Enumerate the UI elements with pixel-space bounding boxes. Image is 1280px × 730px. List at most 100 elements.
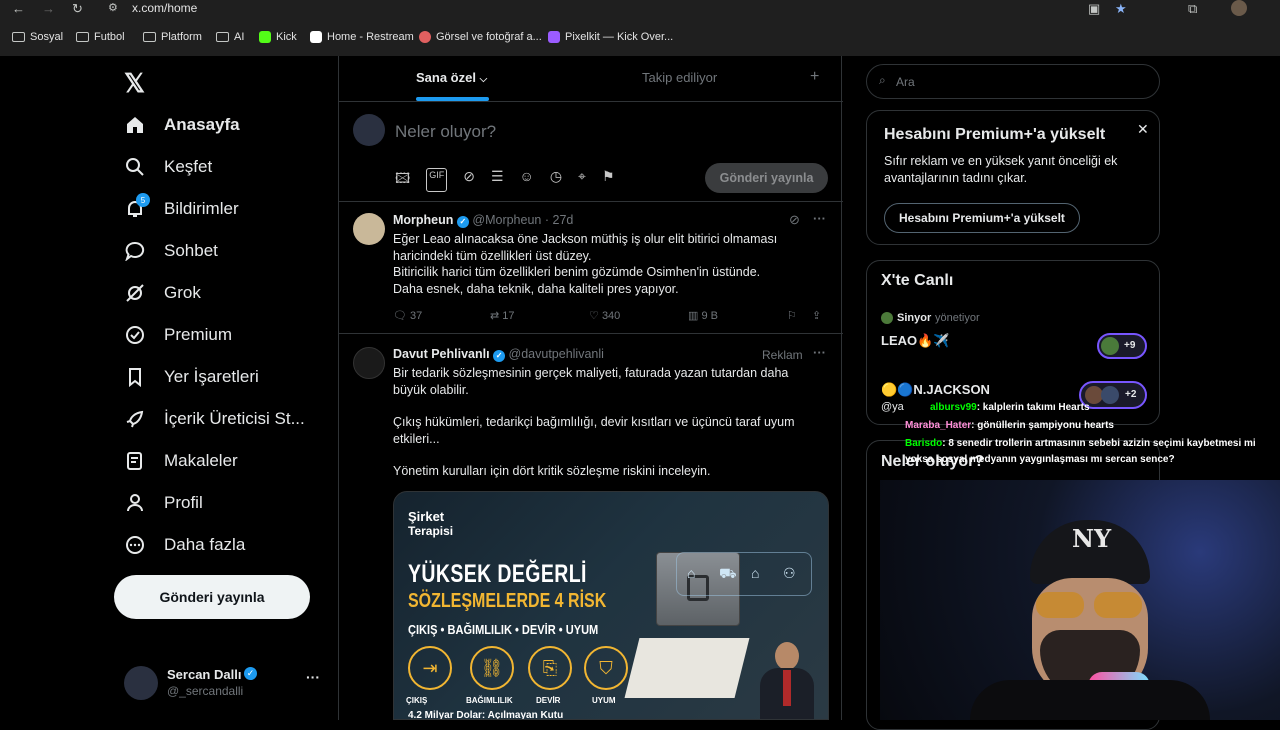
cap-logo: NY (1072, 524, 1112, 553)
bookmark-star-icon[interactable]: ★ (1115, 1, 1127, 17)
premium-upgrade-button[interactable]: Hesabını Premium+'a yükselt (884, 203, 1080, 233)
ad-brand: Şirket Terapisi (408, 509, 453, 539)
site-info-icon[interactable]: ⚙ (108, 1, 118, 14)
avatar[interactable] (353, 347, 385, 379)
flag-icon[interactable]: ⚑ (602, 168, 615, 192)
account-name: Sercan Dallı (167, 667, 242, 682)
more-dots-icon[interactable]: ··· (813, 345, 826, 360)
bookmark-pixelkit[interactable]: Pixelkit — Kick Over... (548, 31, 673, 43)
tab-for-you[interactable]: Sana özel ⌵ (416, 70, 487, 85)
close-icon[interactable]: ✕ (1137, 121, 1149, 138)
live-item-title[interactable]: 🟡🔵N.JACKSON (881, 382, 990, 398)
avatar[interactable] (353, 213, 385, 245)
nav-label: Keşfet (164, 157, 213, 176)
nav-chat[interactable]: Sohbet (124, 240, 218, 262)
extensions-icon[interactable]: ⧉ (1188, 1, 1197, 17)
gif-icon[interactable]: GIF (426, 168, 448, 192)
back-icon[interactable]: ← (12, 1, 25, 16)
cast-icon[interactable]: ▣ (1088, 1, 1100, 17)
emoji-icon[interactable]: ☺ (520, 168, 534, 192)
view-count: 9 B (701, 310, 718, 322)
avatar (881, 312, 893, 324)
url-field[interactable]: x.com/home (132, 1, 197, 15)
avatar (353, 114, 385, 146)
forward-icon[interactable]: → (42, 1, 55, 16)
profile-avatar-icon[interactable] (1231, 0, 1247, 16)
grok-icon[interactable]: ⊘ (463, 168, 475, 192)
ad-headline-2: SÖZLEŞMELERDE 4 RİSK (408, 590, 607, 612)
pixelkit-icon (548, 31, 560, 43)
location-icon[interactable]: ⌖ (578, 168, 586, 192)
nav-label: Sohbet (164, 241, 218, 260)
icon-caption: ÇIKIŞ (406, 696, 428, 705)
compose-input[interactable]: Neler oluyor? (395, 122, 496, 142)
nav-home[interactable]: Anasayfa (124, 114, 240, 136)
repost-button[interactable]: ⇄ 17 (490, 309, 515, 322)
more-dots-icon[interactable]: ··· (813, 211, 826, 226)
bookmark-futbol[interactable]: Futbol (76, 31, 125, 43)
repost-icon: ⇄ (490, 310, 500, 322)
views-button[interactable]: ▥ 9 B (688, 309, 718, 322)
live-host[interactable]: Sinyor (897, 312, 931, 324)
reload-icon[interactable]: ↻ (72, 1, 83, 17)
tab-following[interactable]: Takip ediliyor (642, 70, 717, 85)
author-handle[interactable]: @Morpheun (472, 213, 541, 227)
author-name[interactable]: Morpheun (393, 213, 453, 227)
x-logo-icon[interactable]: 𝕏 (124, 68, 145, 99)
compose-post-button[interactable]: Gönderi yayınla (705, 163, 828, 193)
live-item-title[interactable]: LEAO🔥✈️ (881, 333, 950, 349)
chat-text: : kalplerin takımı Hearts (976, 402, 1090, 413)
share-icon[interactable]: ⇪ (812, 309, 821, 322)
bookmark-kick[interactable]: Kick (259, 31, 297, 43)
nav-grok[interactable]: Grok (124, 282, 201, 304)
nav-profile[interactable]: Profil (124, 492, 203, 514)
stream-chat-overlay: albursv99: kalplerin takımı Hearts Marab… (880, 399, 1280, 469)
like-button[interactable]: ♡ 340 (589, 309, 620, 322)
nav-premium[interactable]: Premium (124, 324, 232, 346)
timeline: Sana özel ⌵ Takip ediliyor + Neler oluyo… (338, 56, 843, 720)
bookmark-icon[interactable]: ⚐ (787, 309, 797, 322)
chat-user: albursv99 (930, 402, 977, 413)
nav-notifications[interactable]: 5 Bildirimler (124, 193, 239, 220)
tweet-header: Davut Pehlivanlı ✓ @davutpehlivanli (393, 347, 604, 362)
reply-button[interactable]: 🗨 37 (393, 309, 422, 322)
notification-badge: 5 (136, 193, 150, 207)
post-button[interactable]: Gönderi yayınla (114, 575, 310, 619)
poll-icon[interactable]: ☰ (491, 168, 504, 192)
tweet-time[interactable]: · 27d (545, 213, 574, 227)
search-input[interactable]: ⌕ Ara (866, 64, 1160, 99)
ad-image[interactable]: Şirket Terapisi YÜKSEK DEĞERLİ SÖZLEŞMEL… (393, 491, 829, 720)
account-switcher[interactable]: Sercan Dallı ✓ @_sercandalli ··· (124, 665, 334, 705)
avatar (1101, 337, 1119, 355)
ad-headline: YÜKSEK DEĞERLİ (408, 560, 587, 588)
bookmark-sosyal[interactable]: Sosyal (12, 31, 63, 43)
image-icon[interactable]: 🖾 (395, 168, 410, 192)
nav-creator-studio[interactable]: İçerik Üreticisi St... (124, 408, 305, 430)
nav-articles[interactable]: Makaleler (124, 450, 238, 472)
add-tab-icon[interactable]: + (810, 68, 819, 86)
nav-label: İçerik Üreticisi St... (164, 409, 305, 428)
more-dots-icon[interactable]: ··· (306, 669, 320, 685)
bookmark-restream[interactable]: Home - Restream (310, 31, 414, 43)
schedule-icon[interactable]: ◷ (550, 168, 562, 192)
nav-bookmarks[interactable]: Yer İşaretleri (124, 366, 259, 388)
transfer-docs-icon: ⎘ (528, 646, 572, 690)
bookmark-label: Kick (276, 31, 297, 43)
nav-explore[interactable]: Keşfet (124, 156, 212, 178)
bookmark-platform[interactable]: Platform (143, 31, 202, 43)
ad-brand-line: Şirket (408, 509, 445, 524)
grok-icon[interactable]: ⊘ (789, 212, 800, 228)
bookmark-gorsel[interactable]: Görsel ve fotoğraf a... (419, 31, 542, 43)
bookmark-ai[interactable]: AI (216, 31, 244, 43)
author-name[interactable]: Davut Pehlivanlı (393, 347, 490, 361)
reply-count: 37 (410, 310, 423, 322)
verified-icon: ✓ (244, 667, 257, 680)
icon-caption: BAĞIMLILIK (466, 696, 513, 705)
repost-count: 17 (502, 310, 515, 322)
author-handle[interactable]: @davutpehlivanli (509, 347, 604, 361)
nav-label: Bildirimler (164, 199, 239, 218)
bookmark-label: AI (234, 31, 245, 43)
bell-icon: 5 (124, 193, 150, 220)
nav-more[interactable]: Daha fazla (124, 534, 245, 556)
live-participants[interactable]: +9 (1097, 333, 1147, 359)
